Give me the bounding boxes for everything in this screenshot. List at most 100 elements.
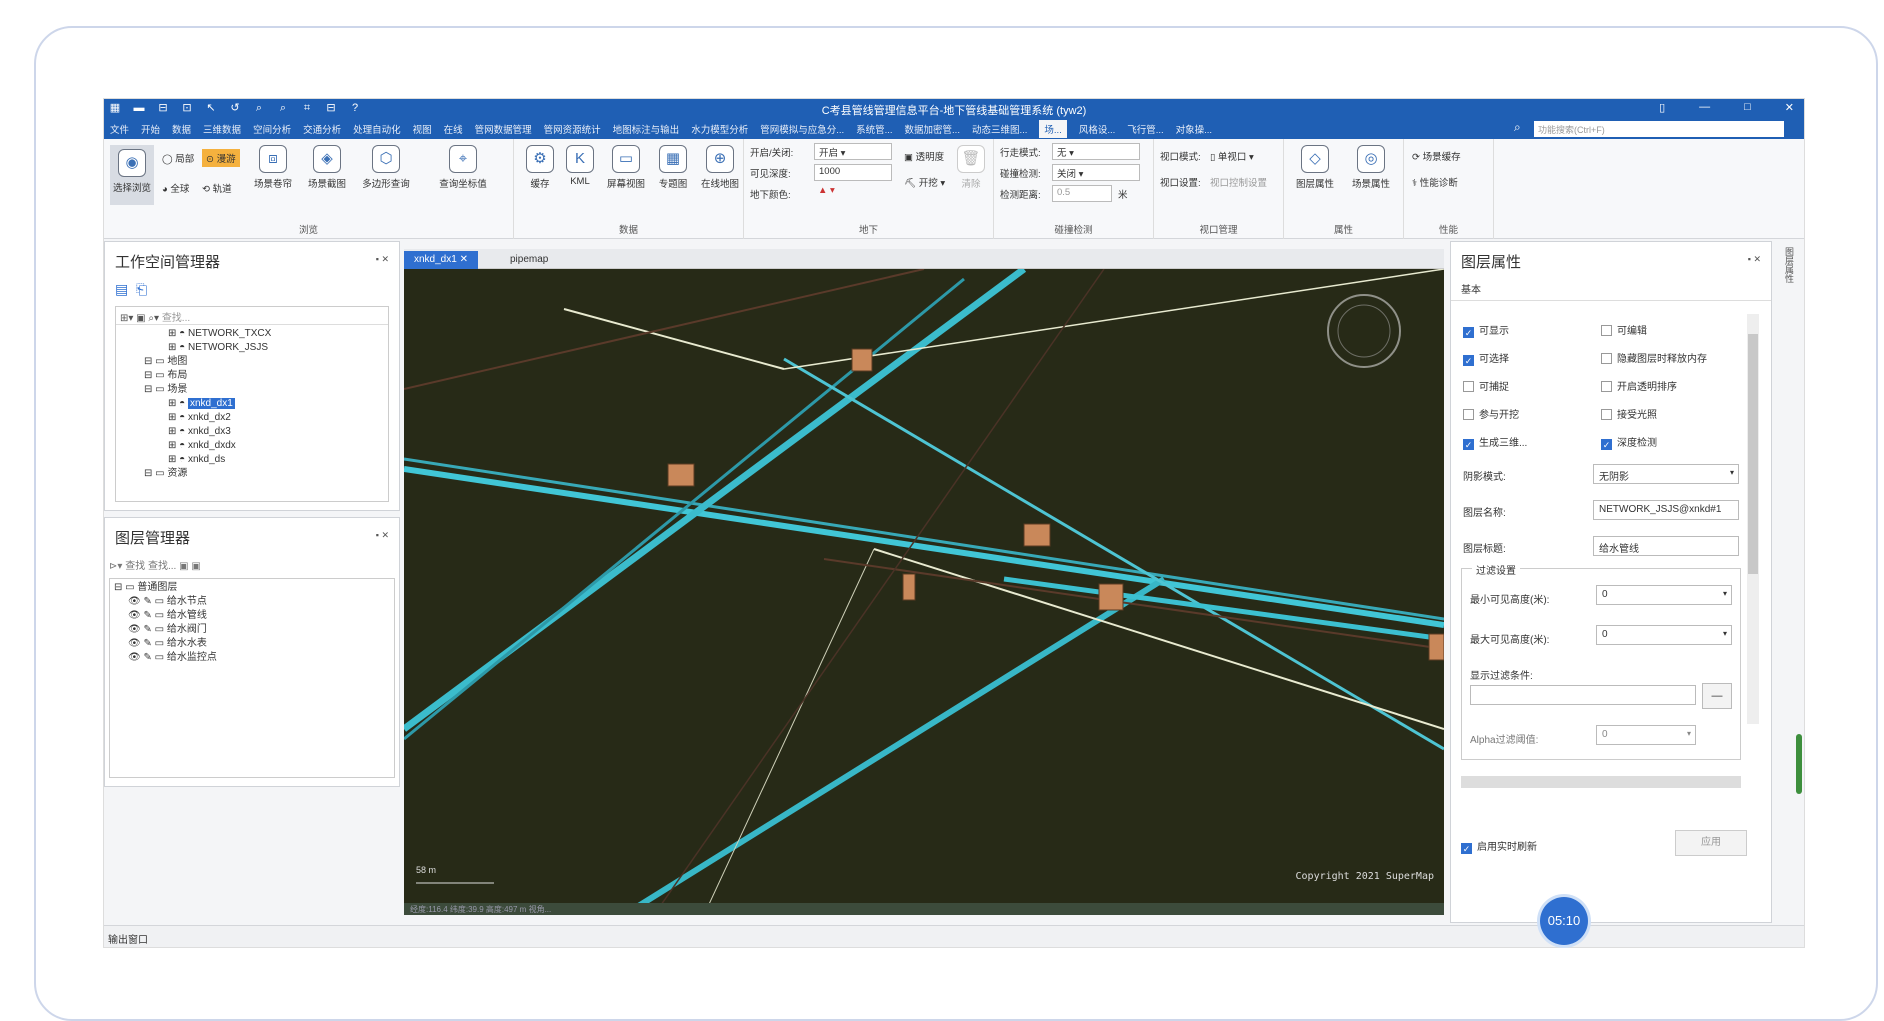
filter-edit-button[interactable]: —	[1702, 683, 1732, 709]
ribbon-tab[interactable]: 开始	[141, 122, 160, 136]
scene-roll-button[interactable]: ⧈ 场景卷帘	[248, 145, 298, 190]
realtime-refresh-checkbox[interactable]: ✓ 启用实时刷新	[1461, 838, 1537, 854]
workspace-search-input[interactable]: 查找...	[162, 313, 190, 324]
apply-button[interactable]: 应用	[1675, 830, 1747, 856]
cache-button[interactable]: ⚙ 缓存	[522, 145, 558, 190]
property-checkbox[interactable]: 可捕捉	[1463, 378, 1509, 393]
scene-cache-button[interactable]: ⟳ 场景缓存	[1412, 149, 1461, 163]
ribbon-tab[interactable]: 动态三维图...	[972, 122, 1027, 136]
layer-attributes-button[interactable]: ◇ 图层属性	[1290, 145, 1340, 190]
tab-pipemap[interactable]: pipemap	[500, 251, 558, 269]
performance-diagnose-button[interactable]: ⚕ 性能诊断	[1412, 175, 1458, 189]
workspace-tab2-icon[interactable]: ⎗	[136, 281, 147, 297]
viewport-setting-value[interactable]: 视口控制设置	[1210, 175, 1267, 189]
line-mode-select[interactable]: 无 ▾	[1052, 143, 1140, 160]
ribbon-tab[interactable]: 对象操...	[1176, 122, 1212, 136]
workspace-tab-icon[interactable]: ▤	[115, 281, 128, 297]
collide-select[interactable]: 关闭 ▾	[1052, 164, 1140, 181]
ribbon-tab[interactable]: 视图	[413, 122, 432, 136]
layer-item[interactable]: 👁 ✎ ▭ 给水节点	[114, 595, 390, 609]
tree-item[interactable]: ⊟ ▭ 布局	[120, 369, 384, 383]
layer-visibility-icon[interactable]: 👁 ✎ ▭	[128, 652, 167, 663]
ribbon-tab[interactable]: 水力模型分析	[691, 122, 748, 136]
layer-item[interactable]: 👁 ✎ ▭ 给水监控点	[114, 651, 390, 665]
tree-item[interactable]: ⊟ ▭ 地图	[120, 355, 384, 369]
transparency-button[interactable]: ▣ 透明度	[904, 149, 944, 163]
tree-item[interactable]: ⊞ ◓ xnkd_dx2	[120, 411, 384, 425]
excavate-button[interactable]: ⛏ 开挖 ▾	[904, 175, 945, 189]
scene-view[interactable]: 58 m Copyright 2021 SuperMap 经度:116.4 纬度…	[404, 269, 1444, 915]
viewport-mode-select[interactable]: ▯ 单视口 ▾	[1210, 149, 1254, 163]
layer-caption-input[interactable]: 给水管线	[1593, 536, 1739, 556]
layer-group[interactable]: ⊟ ▭ 普通图层	[114, 581, 390, 595]
tree-item[interactable]: ⊟ ▭ 场景	[120, 383, 384, 397]
search-icon[interactable]: ⌕	[1514, 120, 1521, 135]
query-coords-button[interactable]: ⌖ 查询坐标值	[430, 145, 496, 190]
polygon-query-button[interactable]: ⬡ 多边形查询	[356, 145, 416, 190]
clear-button[interactable]: 🗑 清除	[956, 145, 986, 190]
tree-item[interactable]: ⊞ ◓ xnkd_dx1	[120, 397, 384, 411]
layer-item[interactable]: 👁 ✎ ▭ 给水水表	[114, 637, 390, 651]
pin-close-icon[interactable]: ▪ ✕	[376, 530, 389, 541]
ribbon-tab[interactable]: 三维数据	[203, 122, 241, 136]
layer-visibility-icon[interactable]: 👁 ✎ ▭	[128, 638, 167, 649]
pin-close-icon[interactable]: ▪ ✕	[376, 254, 389, 265]
pin-close-icon[interactable]: ▪ ✕	[1748, 254, 1761, 265]
horizontal-scrollbar[interactable]	[1461, 776, 1741, 788]
minimize-icon[interactable]: —	[1699, 101, 1710, 114]
globe-button[interactable]: ◕ 全球	[162, 181, 189, 195]
max-height-input[interactable]: 0 ▾	[1596, 625, 1732, 645]
function-search-input[interactable]: 功能搜索(Ctrl+F)	[1534, 121, 1784, 137]
property-checkbox[interactable]: 参与开挖	[1463, 406, 1519, 421]
filter-condition-input[interactable]	[1470, 685, 1696, 705]
ribbon-tab[interactable]: 风格设...	[1079, 122, 1115, 136]
layer-visibility-icon[interactable]: 👁 ✎ ▭	[128, 596, 167, 607]
ribbon-tab[interactable]: 系统管...	[856, 122, 892, 136]
ribbon-tab[interactable]: 处理自动化	[353, 122, 401, 136]
ribbon-tab[interactable]: 在线	[444, 122, 463, 136]
property-checkbox[interactable]: 开启透明排序	[1601, 378, 1677, 393]
property-checkbox[interactable]: ✓ 可选择	[1463, 350, 1509, 366]
layer-visibility-icon[interactable]: 👁 ✎ ▭	[128, 610, 167, 621]
ribbon-tab[interactable]: 交通分析	[303, 122, 341, 136]
walk-button[interactable]: ⊙ 漫游	[202, 149, 240, 167]
ribbon-tab[interactable]: 数据加密管...	[905, 122, 960, 136]
color-picker-icon[interactable]: ▲ ▾	[818, 185, 835, 196]
layer-visibility-icon[interactable]: 👁 ✎ ▭	[128, 624, 167, 635]
layer-item[interactable]: 👁 ✎ ▭ 给水管线	[114, 609, 390, 623]
property-checkbox[interactable]: 隐藏图层时释放内存	[1601, 350, 1707, 365]
property-checkbox[interactable]: ✓ 生成三维...	[1463, 434, 1527, 450]
local-button[interactable]: ◯ 局部	[162, 151, 194, 165]
tree-item[interactable]: ⊞ ◓ xnkd_ds	[120, 453, 384, 467]
theme-map-button[interactable]: ▦ 专题图	[652, 145, 694, 190]
restore-icon[interactable]: ▯	[1659, 101, 1665, 114]
ribbon-tab[interactable]: 场...	[1039, 120, 1067, 138]
tree-item[interactable]: ⊞ ◓ NETWORK_JSJS	[120, 341, 384, 355]
tree-item[interactable]: ⊞ ◓ xnkd_dx3	[120, 425, 384, 439]
ribbon-tab[interactable]: 飞行管...	[1127, 122, 1163, 136]
property-checkbox[interactable]: ✓ 可显示	[1463, 322, 1509, 338]
ribbon-tab[interactable]: 空间分析	[253, 122, 291, 136]
shadow-select[interactable]: 无阴影 ▾	[1593, 464, 1739, 484]
layer-name-input[interactable]: NETWORK_JSJS@xnkd#1	[1593, 500, 1739, 520]
ribbon-tab[interactable]: 管网资源统计	[544, 122, 601, 136]
tab-basic[interactable]: 基本	[1451, 281, 1771, 301]
maximize-icon[interactable]: □	[1744, 101, 1751, 114]
depth-input[interactable]: 1000	[814, 164, 892, 181]
kml-button[interactable]: K KML	[562, 145, 598, 187]
open-close-select[interactable]: 开启 ▾	[814, 143, 892, 160]
layer-item[interactable]: 👁 ✎ ▭ 给水阀门	[114, 623, 390, 637]
property-checkbox[interactable]: 接受光照	[1601, 406, 1657, 421]
close-icon[interactable]: ✕	[1785, 101, 1794, 114]
output-window-label[interactable]: 输出窗口	[108, 935, 148, 946]
track-button[interactable]: ⟲ 轨道	[202, 181, 232, 195]
min-height-input[interactable]: 0 ▾	[1596, 585, 1732, 605]
scene-snapshot-button[interactable]: ◈ 场景截图	[302, 145, 352, 190]
distance-input[interactable]: 0.5	[1052, 185, 1112, 202]
screen-view-button[interactable]: ▭ 屏幕视图	[602, 145, 650, 190]
layer-search-input[interactable]: 查找 查找...	[125, 561, 176, 572]
select-browse-button[interactable]: ◉ 选择浏览	[110, 145, 154, 205]
scene-attributes-button[interactable]: ◎ 场景属性	[1346, 145, 1396, 190]
vertical-scrollbar[interactable]	[1747, 314, 1759, 724]
side-strip-tab[interactable]: 图层属性	[1778, 241, 1800, 301]
